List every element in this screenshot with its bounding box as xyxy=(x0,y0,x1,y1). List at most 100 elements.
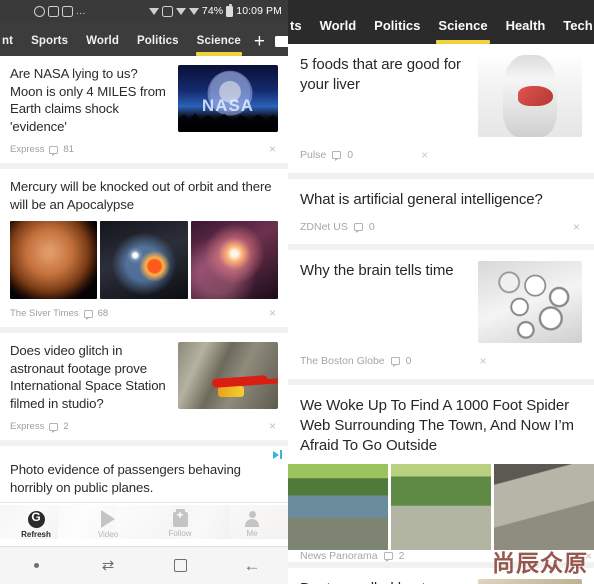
sysnav-back[interactable]: ← xyxy=(216,557,288,574)
article-title: We Woke Up To Find A 1000 Foot Spider We… xyxy=(300,397,574,454)
tab-world[interactable]: World xyxy=(77,35,128,56)
article-title: Mercury will be knocked out of orbit and… xyxy=(10,179,272,212)
status-right-icons: 74% 10:09 PM xyxy=(148,3,282,17)
sysnav-recents[interactable] xyxy=(144,559,216,572)
tab-sports[interactable]: Sports xyxy=(22,35,77,56)
article-row: Does video glitch in astronaut footage p… xyxy=(10,342,278,412)
comment-icon xyxy=(390,357,400,367)
signal-icon xyxy=(188,7,199,15)
add-category-icon[interactable]: + xyxy=(254,32,265,51)
article-card[interactable]: 5 foods that are good for your liver Pul… xyxy=(288,44,594,173)
article-card[interactable]: Are NASA lying to us? Moon is only 4 MIL… xyxy=(0,56,288,163)
article-meta: The Siver Times 68 × xyxy=(10,299,278,327)
nav-video-label: Video xyxy=(97,530,119,539)
tab-world[interactable]: World xyxy=(311,18,366,44)
tab-actions: + xyxy=(250,32,288,56)
article-meta: The Boston Globe 0 × xyxy=(300,343,582,379)
nav-refresh-label: Refresh xyxy=(21,529,51,539)
dismiss-article-button[interactable]: × xyxy=(573,221,580,233)
mute-icon xyxy=(148,7,159,15)
download-icon xyxy=(62,5,73,17)
article-card[interactable]: We Woke Up To Find A 1000 Foot Spider We… xyxy=(288,385,594,562)
comment-count: 0 xyxy=(368,221,375,233)
article-title: 5 foods that are good for your liver xyxy=(300,56,461,93)
article-source: Pulse xyxy=(300,149,327,161)
comment-icon xyxy=(49,145,59,156)
article-source: News Panorama xyxy=(300,550,378,562)
tab-science[interactable]: Science xyxy=(429,18,496,44)
status-more-dots: ... xyxy=(76,5,86,17)
article-card[interactable]: Does video glitch in astronaut footage p… xyxy=(0,333,288,440)
article-row: Are NASA lying to us? Moon is only 4 MIL… xyxy=(10,65,278,135)
comment-count: 0 xyxy=(405,355,412,367)
dismiss-article-button[interactable]: × xyxy=(421,148,428,162)
article-source: ZDNet US xyxy=(300,221,348,233)
swap-icon: ⇄ xyxy=(101,557,115,574)
alarm-icon xyxy=(161,5,173,17)
left-bottom-navigation[interactable]: Refresh Video Follow Me xyxy=(0,502,288,546)
article-thumbnail xyxy=(478,579,582,584)
follow-icon xyxy=(172,508,188,527)
comment-count: 68 xyxy=(97,308,109,319)
back-arrow-icon: ← xyxy=(243,556,261,575)
battery-icon xyxy=(226,3,234,17)
wifi-icon xyxy=(175,7,186,15)
article-card[interactable]: Mercury will be knocked out of orbit and… xyxy=(0,169,288,327)
article-meta: Pulse 0 × xyxy=(300,137,582,173)
article-thumbnail xyxy=(100,221,188,299)
article-thumbnail xyxy=(478,55,582,137)
refresh-icon xyxy=(27,510,45,528)
right-phone-screen: ts World Politics Science Health Tech 5 … xyxy=(288,0,594,584)
article-row: Doctors called best products for bowel c… xyxy=(300,579,582,584)
left-status-bar: ... 74% 10:09 PM xyxy=(0,0,288,22)
dismiss-article-button[interactable]: × xyxy=(269,420,276,432)
article-source: Express xyxy=(10,144,45,155)
nav-me[interactable]: Me xyxy=(216,511,288,538)
tab-science[interactable]: Science xyxy=(188,35,250,56)
nav-video[interactable]: Video xyxy=(72,510,144,539)
battery-percent: 74% xyxy=(201,5,224,17)
tab-politics[interactable]: Politics xyxy=(365,18,429,44)
person-icon xyxy=(244,511,260,527)
tab-health[interactable]: Health xyxy=(497,18,555,44)
tab-tech[interactable]: Tech xyxy=(554,18,594,44)
article-thumbnail xyxy=(478,261,582,343)
dismiss-article-button[interactable]: × xyxy=(269,143,276,155)
comment-count: 2 xyxy=(398,550,405,562)
article-title: Does video glitch in astronaut footage p… xyxy=(10,343,166,411)
article-row: Why the brain tells time xyxy=(300,261,582,343)
tab-entertainment[interactable]: nt xyxy=(0,35,22,56)
article-meta: ZDNet US 0 × xyxy=(300,210,582,244)
play-icon xyxy=(101,510,115,528)
nav-follow[interactable]: Follow xyxy=(144,508,216,538)
android-system-nav[interactable]: ⇄ ← xyxy=(0,546,288,584)
sysnav-swap[interactable]: ⇄ xyxy=(72,558,144,573)
dismiss-article-button[interactable]: × xyxy=(269,307,276,319)
article-thumbnail xyxy=(190,221,278,299)
comment-count: 2 xyxy=(63,421,69,432)
comment-icon xyxy=(383,552,393,562)
screenshot-root: ... 74% 10:09 PM nt Sports World Politic… xyxy=(0,0,594,584)
article-meta: Express 81 × xyxy=(10,135,278,163)
article-title: Photo evidence of passengers behaving ho… xyxy=(10,462,241,495)
sysnav-dot[interactable] xyxy=(0,563,72,568)
article-thumbnail xyxy=(10,221,98,299)
video-camera-icon[interactable] xyxy=(274,36,288,47)
article-source: The Siver Times xyxy=(10,308,79,319)
article-image-strip xyxy=(288,464,594,550)
dismiss-article-button[interactable]: × xyxy=(479,354,486,368)
article-image-strip xyxy=(10,221,278,299)
recents-square-icon xyxy=(173,559,187,572)
watermark: 尚辰众原 xyxy=(492,551,588,577)
adchoices-icon[interactable] xyxy=(273,450,282,459)
clock-time: 10:09 PM xyxy=(236,5,282,17)
tab-sports[interactable]: ts xyxy=(288,18,311,44)
right-article-feed[interactable]: 5 foods that are good for your liver Pul… xyxy=(288,44,594,584)
right-category-tabbar[interactable]: ts World Politics Science Health Tech xyxy=(288,0,594,44)
article-card[interactable]: Why the brain tells time The Boston Glob… xyxy=(288,250,594,379)
article-thumbnail xyxy=(178,65,278,132)
tab-politics[interactable]: Politics xyxy=(128,35,188,56)
left-category-tabbar[interactable]: nt Sports World Politics Science + xyxy=(0,22,288,56)
article-card[interactable]: What is artificial general intelligence?… xyxy=(288,179,594,244)
nav-refresh[interactable]: Refresh xyxy=(0,510,72,539)
